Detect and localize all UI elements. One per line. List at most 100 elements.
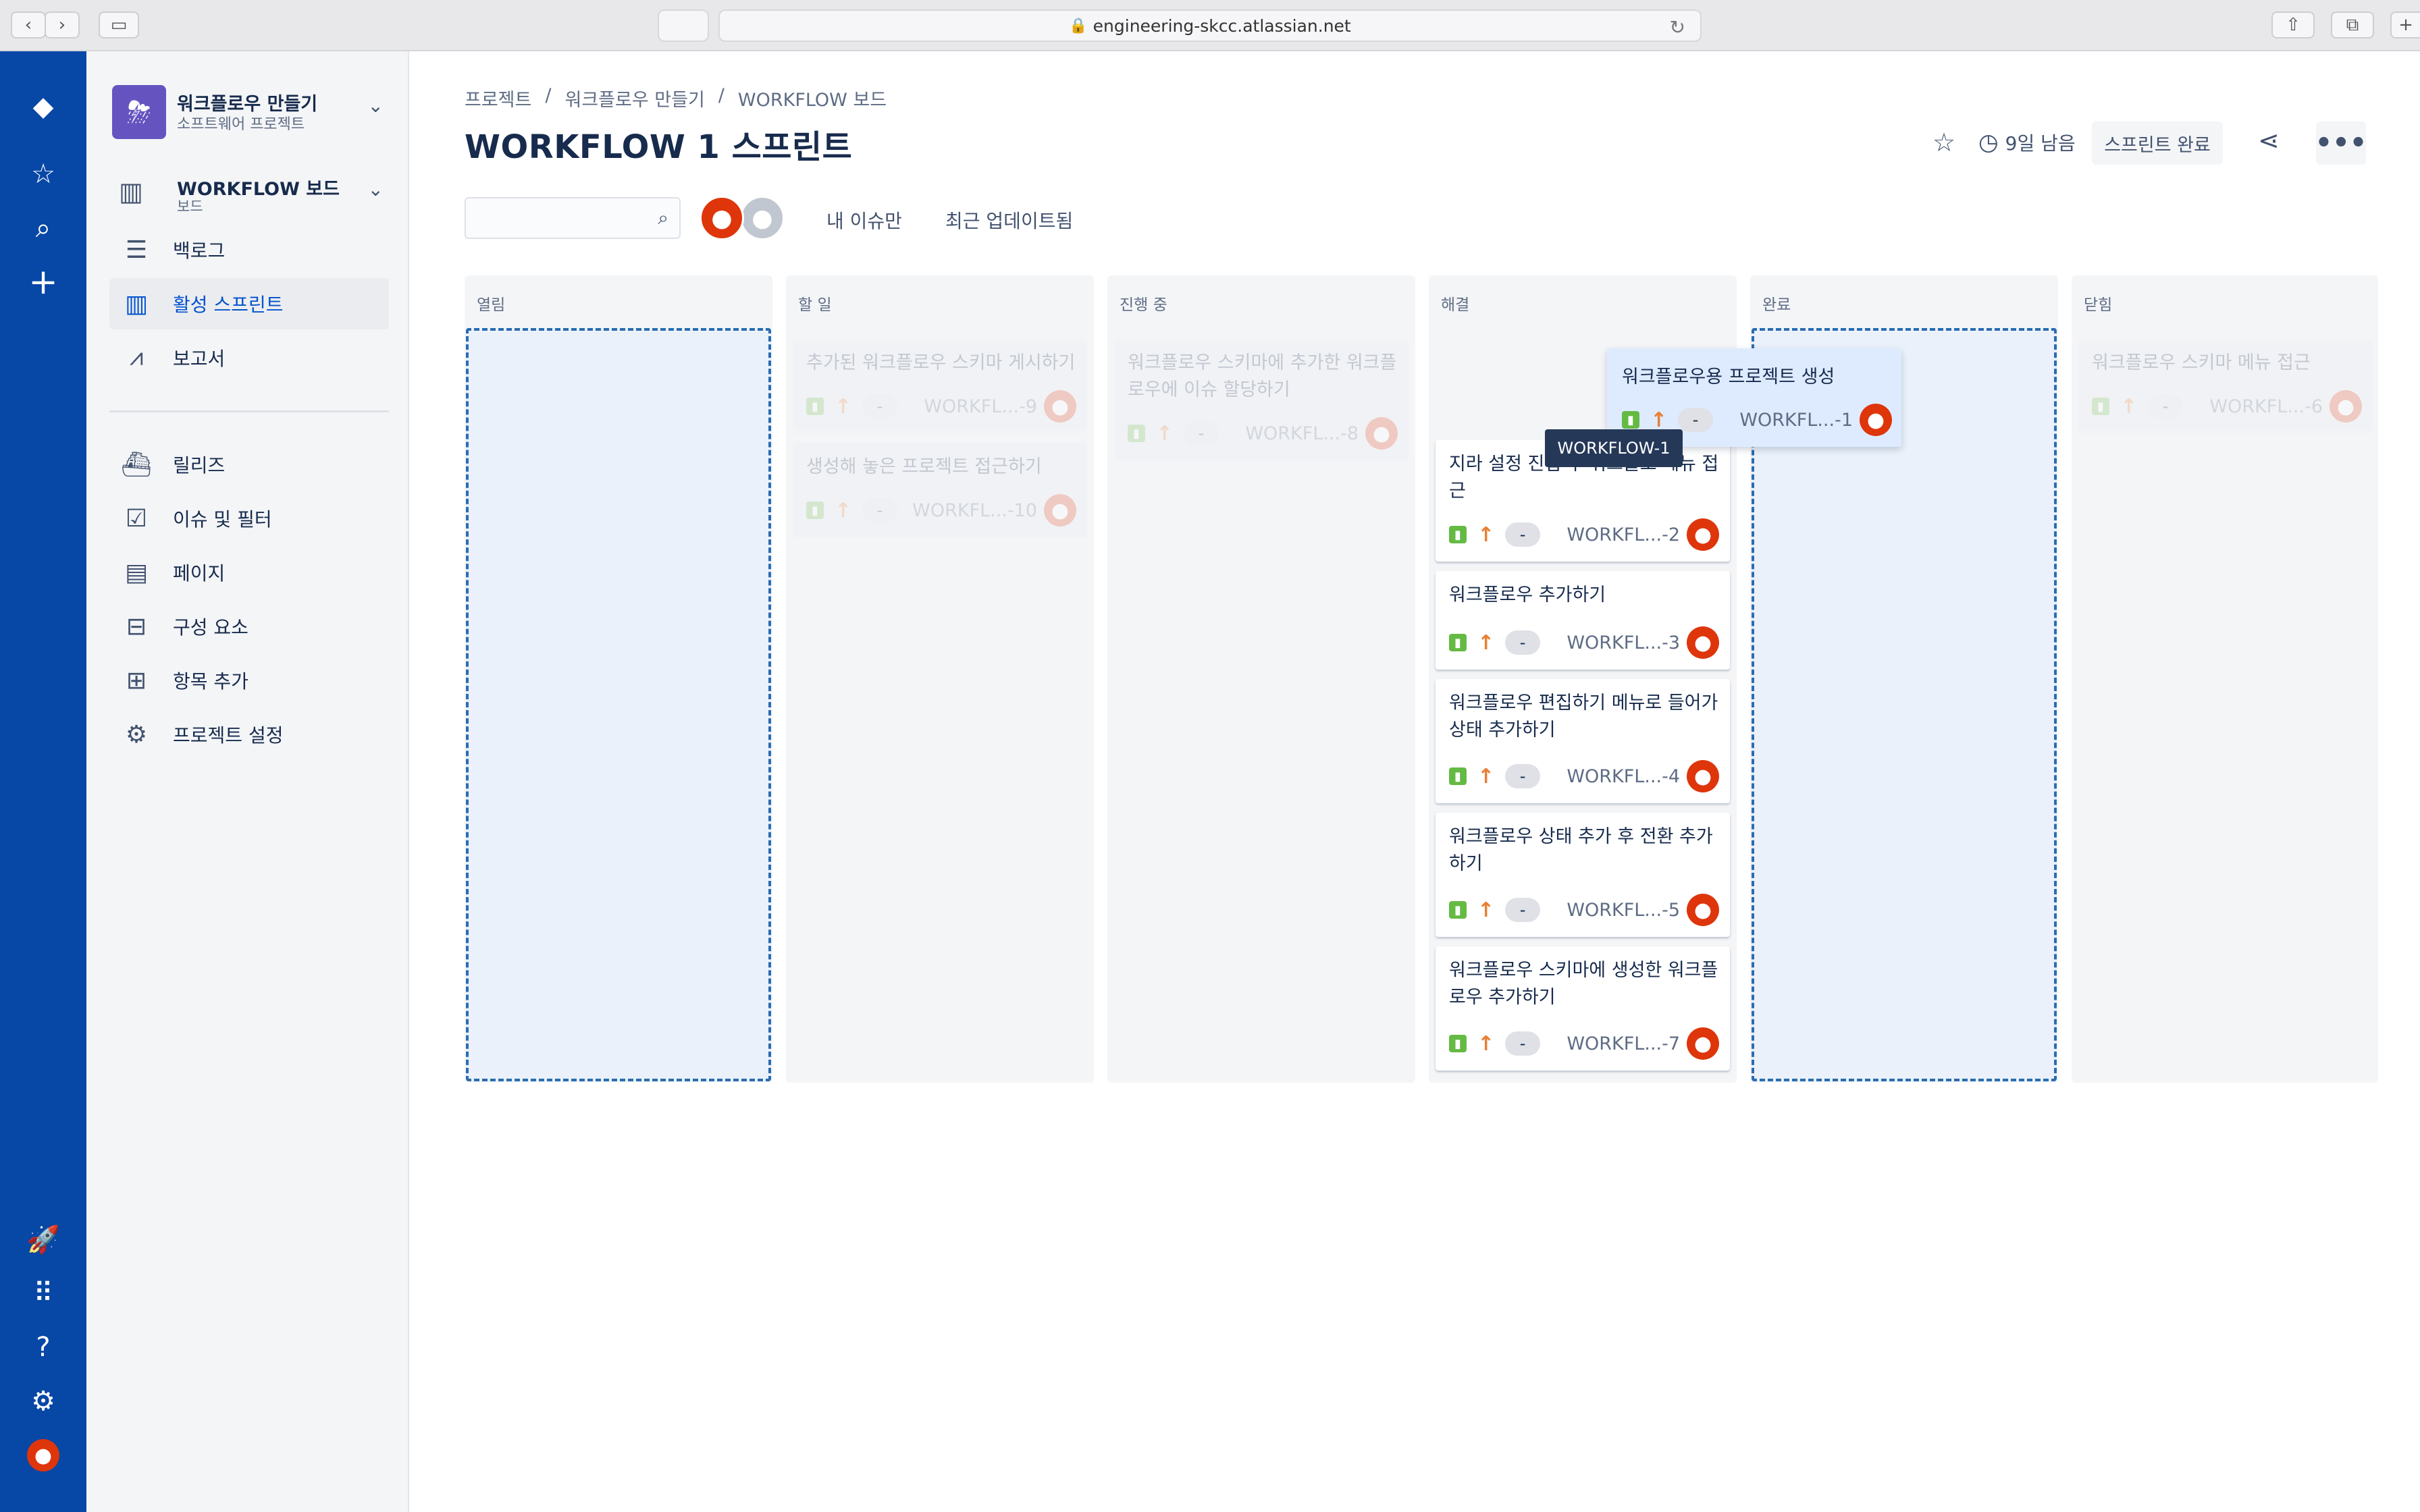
- column-open: 열림: [465, 275, 772, 1083]
- sidebar-item-components[interactable]: ⊟ 구성 요소: [109, 601, 389, 652]
- card-title: 추가된 워크플로우 스키마 게시하기: [806, 352, 1076, 373]
- assignee-avatar-icon: ●: [1687, 894, 1719, 926]
- issue-card[interactable]: 워크플로우 상태 추가 후 전환 추가하기 ▮ ↑ - WORKFL...-5 …: [1436, 813, 1730, 937]
- issue-key[interactable]: WORKFL...-4: [1567, 766, 1680, 787]
- browser-toolbar: ‹ › ▭ 🔒 engineering-skcc.atlassian.net ↻…: [0, 0, 2420, 51]
- estimate-badge: -: [1505, 898, 1541, 922]
- star-icon[interactable]: ☆: [1932, 126, 1955, 159]
- issue-card[interactable]: 추가된 워크플로우 스키마 게시하기 ▮ ↑ - WORKFL...-9 ●: [793, 339, 1087, 433]
- backlog-icon: ☰: [125, 236, 148, 264]
- column-header: 해결: [1441, 296, 1470, 314]
- assignee-avatar-icon: ●: [1687, 760, 1719, 792]
- drop-zone[interactable]: [466, 328, 771, 1081]
- issue-key[interactable]: WORKFL...-2: [1567, 524, 1680, 545]
- new-tab-button[interactable]: +: [2390, 11, 2420, 38]
- rocket-icon[interactable]: 🚀: [22, 1218, 65, 1261]
- sidebar-item-active-sprint[interactable]: ▥ 활성 스프린트: [109, 278, 389, 329]
- estimate-badge: -: [2148, 394, 2184, 418]
- breadcrumb-projects[interactable]: 프로젝트: [465, 85, 531, 111]
- issue-card[interactable]: 생성해 놓은 프로젝트 접근하기 ▮ ↑ - WORKFL...-10 ●: [793, 443, 1087, 537]
- column-header: 완료: [1762, 296, 1791, 314]
- complete-sprint-button[interactable]: 스프린트 완료: [2092, 122, 2223, 165]
- sidebar-item-releases[interactable]: ⛴ 릴리즈: [109, 439, 389, 490]
- avatar-user[interactable]: ●: [700, 196, 744, 240]
- forward-button[interactable]: ›: [45, 11, 80, 38]
- issue-card[interactable]: 워크플로우 편집하기 메뉴로 들어가 상태 추가하기 ▮ ↑ - WORKFL.…: [1436, 679, 1730, 803]
- card-meta: ▮ ↑ - WORKFL...-9 ●: [806, 390, 1076, 423]
- breadcrumb-separator: /: [545, 85, 552, 106]
- settings-icon[interactable]: ⚙: [22, 1380, 65, 1423]
- chevron-down-icon[interactable]: ⌄: [368, 178, 384, 200]
- card-meta: ▮ ↑ - WORKFL...-8 ●: [1128, 417, 1398, 450]
- chevron-down-icon[interactable]: ⌄: [368, 94, 384, 117]
- sidebar-item-add-item[interactable]: ⊞ 항목 추가: [109, 655, 389, 706]
- board-switcher[interactable]: ▥ WORKFLOW 보드 보드 ⌄: [112, 171, 389, 219]
- sidebar-item-backlog[interactable]: ☰ 백로그: [109, 224, 389, 275]
- share-page-button[interactable]: ⇧: [2271, 11, 2315, 38]
- tab-placeholder[interactable]: [658, 9, 709, 42]
- breadcrumb: 프로젝트 / 워크플로우 만들기 / WORKFLOW 보드: [465, 85, 887, 111]
- issue-card[interactable]: 워크플로우 추가하기 ▮ ↑ - WORKFL...-3 ●: [1436, 571, 1730, 670]
- jira-logo-icon[interactable]: ◆: [22, 85, 65, 128]
- sidebar-item-label: 구성 요소: [173, 616, 248, 639]
- issue-key[interactable]: WORKFL...-10: [912, 500, 1037, 521]
- issue-card[interactable]: 워크플로우 스키마에 추가한 워크플로우에 이슈 할당하기 ▮ ↑ - WORK…: [1114, 339, 1409, 460]
- filter-my-issues[interactable]: 내 이슈만: [826, 207, 902, 234]
- priority-high-icon: ↑: [1650, 408, 1668, 432]
- search-icon[interactable]: ⌕: [22, 207, 65, 250]
- project-sidebar: ⛈ 워크플로우 만들기 소프트웨어 프로젝트 ⌄ ▥ WORKFLOW 보드 보…: [86, 51, 409, 1512]
- filter-recently-updated[interactable]: 최근 업데이트됨: [945, 207, 1073, 234]
- story-icon: ▮: [1449, 901, 1467, 919]
- issue-key[interactable]: WORKFL...-1: [1739, 410, 1853, 431]
- board-search-input[interactable]: ⌕: [465, 197, 681, 239]
- issue-card[interactable]: 워크플로우 스키마 메뉴 접근 ▮ ↑ - WORKFL...-6 ●: [2078, 339, 2373, 433]
- estimate-badge: -: [862, 394, 898, 418]
- issue-key[interactable]: WORKFL...-7: [1567, 1033, 1680, 1054]
- sidebar-item-label: 릴리즈: [173, 454, 226, 477]
- share-icon[interactable]: ⋖: [2258, 126, 2280, 155]
- profile-avatar-icon[interactable]: ●: [22, 1434, 65, 1477]
- star-icon[interactable]: ☆: [22, 153, 65, 196]
- card-meta: ▮ ↑ - WORKFL...-2 ●: [1449, 518, 1719, 551]
- reload-icon[interactable]: ↻: [1670, 16, 1685, 38]
- search-icon: ⌕: [658, 207, 668, 229]
- card-meta: ▮ ↑ - WORKFL...-7 ●: [1449, 1027, 1719, 1060]
- sidebar-divider: [109, 410, 389, 412]
- issue-card[interactable]: 워크플로우 스키마에 생성한 워크플로우 추가하기 ▮ ↑ - WORKFL..…: [1436, 946, 1730, 1071]
- breadcrumb-board[interactable]: WORKFLOW 보드: [738, 85, 887, 111]
- card-meta: ▮ ↑ - WORKFL...-3 ●: [1449, 626, 1719, 659]
- project-switcher[interactable]: ⛈ 워크플로우 만들기 소프트웨어 프로젝트 ⌄: [112, 85, 389, 146]
- help-icon[interactable]: ?: [22, 1326, 65, 1369]
- story-icon: ▮: [1449, 634, 1467, 651]
- card-meta: ▮ ↑ - WORKFL...-4 ●: [1449, 760, 1719, 792]
- issue-key[interactable]: WORKFL...-8: [1245, 423, 1359, 444]
- sidebar-item-pages[interactable]: ▤ 페이지: [109, 547, 389, 598]
- issue-key[interactable]: WORKFL...-5: [1567, 900, 1680, 921]
- breadcrumb-project[interactable]: 워크플로우 만들기: [564, 85, 704, 111]
- clock-icon: ◷: [1978, 129, 1999, 156]
- tabs-overview-button[interactable]: ⧉: [2331, 11, 2374, 38]
- create-icon[interactable]: +: [22, 261, 65, 304]
- issue-key[interactable]: WORKFL...-6: [2209, 396, 2323, 417]
- priority-high-icon: ↑: [1477, 764, 1495, 788]
- sidebar-toggle-button[interactable]: ▭: [99, 11, 139, 38]
- issue-key[interactable]: WORKFL...-3: [1567, 632, 1680, 653]
- url-text: engineering-skcc.atlassian.net: [1093, 16, 1351, 36]
- page-icon: ▤: [124, 558, 148, 587]
- more-actions-button[interactable]: •••: [2315, 122, 2367, 165]
- sidebar-item-issues-filters[interactable]: ☑ 이슈 및 필터: [109, 493, 389, 544]
- issue-key[interactable]: WORKFL...-9: [924, 396, 1037, 417]
- app-switcher-icon[interactable]: ⠿: [22, 1272, 65, 1315]
- sidebar-item-project-settings[interactable]: ⚙ 프로젝트 설정: [109, 709, 389, 760]
- column-header: 열림: [477, 296, 506, 314]
- avatar-unassigned[interactable]: ●: [740, 196, 785, 240]
- lock-icon: 🔒: [1069, 17, 1088, 34]
- board-icon: ▥: [124, 290, 148, 318]
- sidebar-item-reports[interactable]: ⩘ 보고서: [109, 332, 389, 383]
- address-bar[interactable]: 🔒 engineering-skcc.atlassian.net ↻: [718, 9, 1702, 42]
- back-button[interactable]: ‹: [11, 11, 46, 38]
- estimate-badge: -: [1184, 421, 1219, 446]
- board-icon: ▥: [119, 177, 143, 207]
- estimate-badge: -: [862, 498, 898, 522]
- add-item-icon: ⊞: [126, 666, 147, 695]
